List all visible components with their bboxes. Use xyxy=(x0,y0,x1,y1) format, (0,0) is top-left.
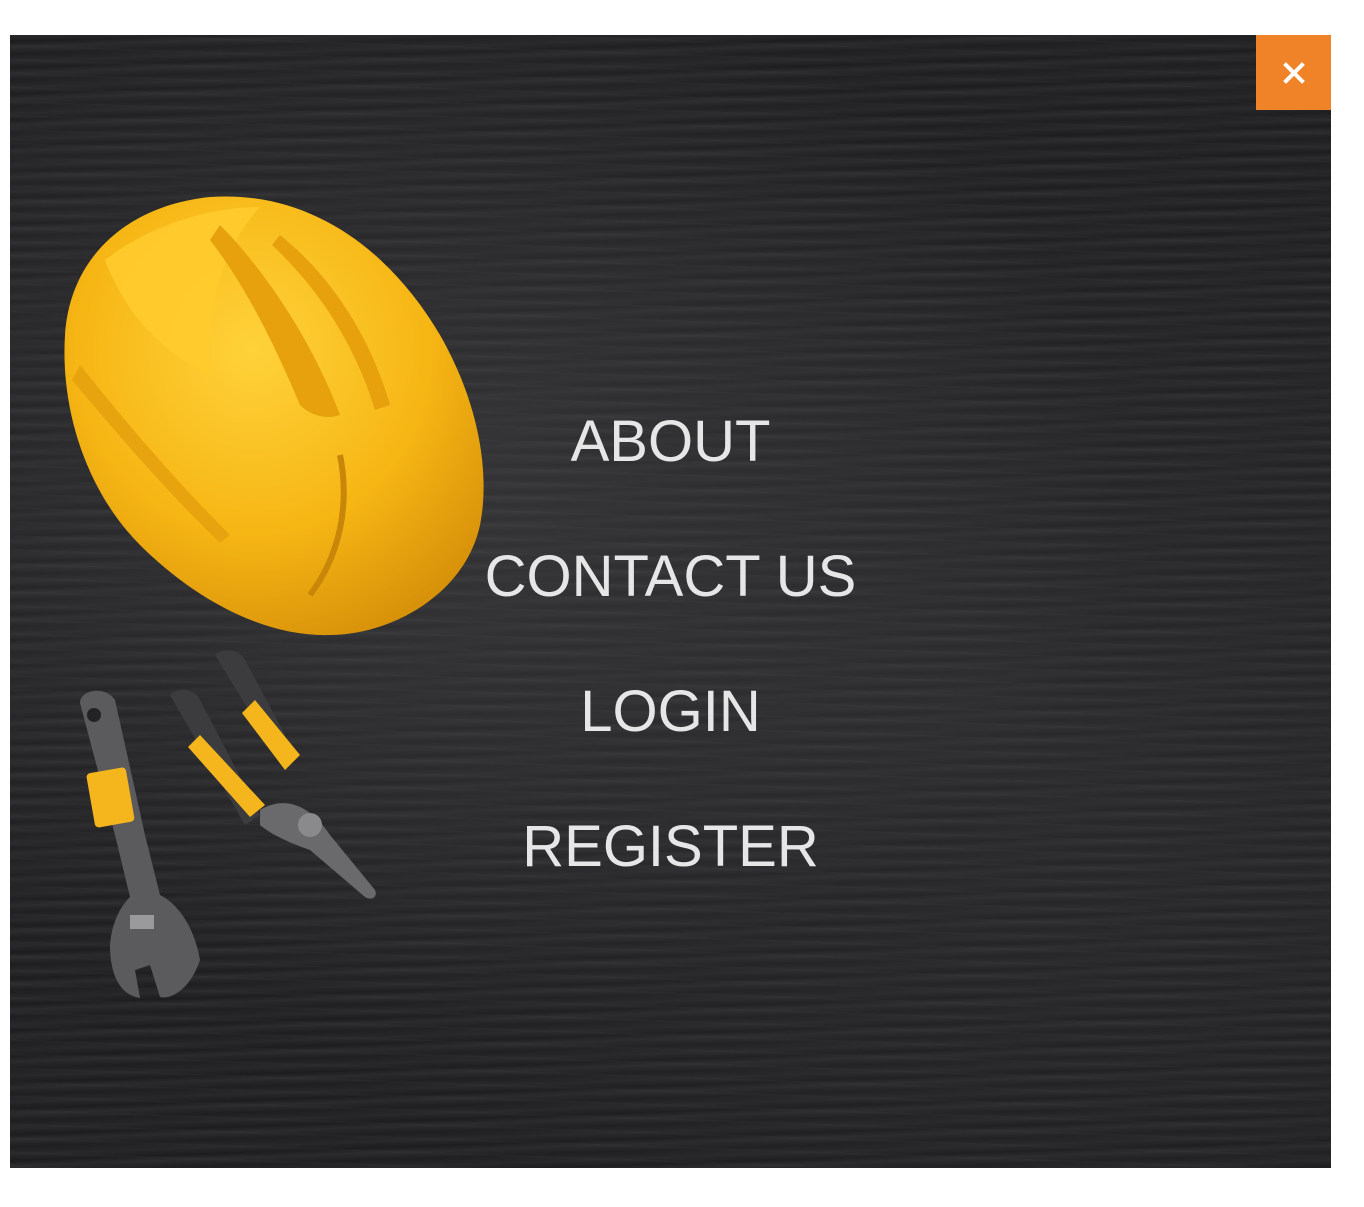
close-icon xyxy=(1282,61,1305,84)
close-button[interactable] xyxy=(1256,35,1331,110)
menu-item-login[interactable]: LOGIN xyxy=(580,675,761,810)
menu-overlay: ABOUT CONTACT US LOGIN REGISTER xyxy=(10,35,1331,1168)
menu-item-about[interactable]: ABOUT xyxy=(571,405,771,540)
main-menu: ABOUT CONTACT US LOGIN REGISTER xyxy=(10,405,1331,945)
menu-item-contact-us[interactable]: CONTACT US xyxy=(485,540,857,675)
menu-item-register[interactable]: REGISTER xyxy=(522,810,819,945)
